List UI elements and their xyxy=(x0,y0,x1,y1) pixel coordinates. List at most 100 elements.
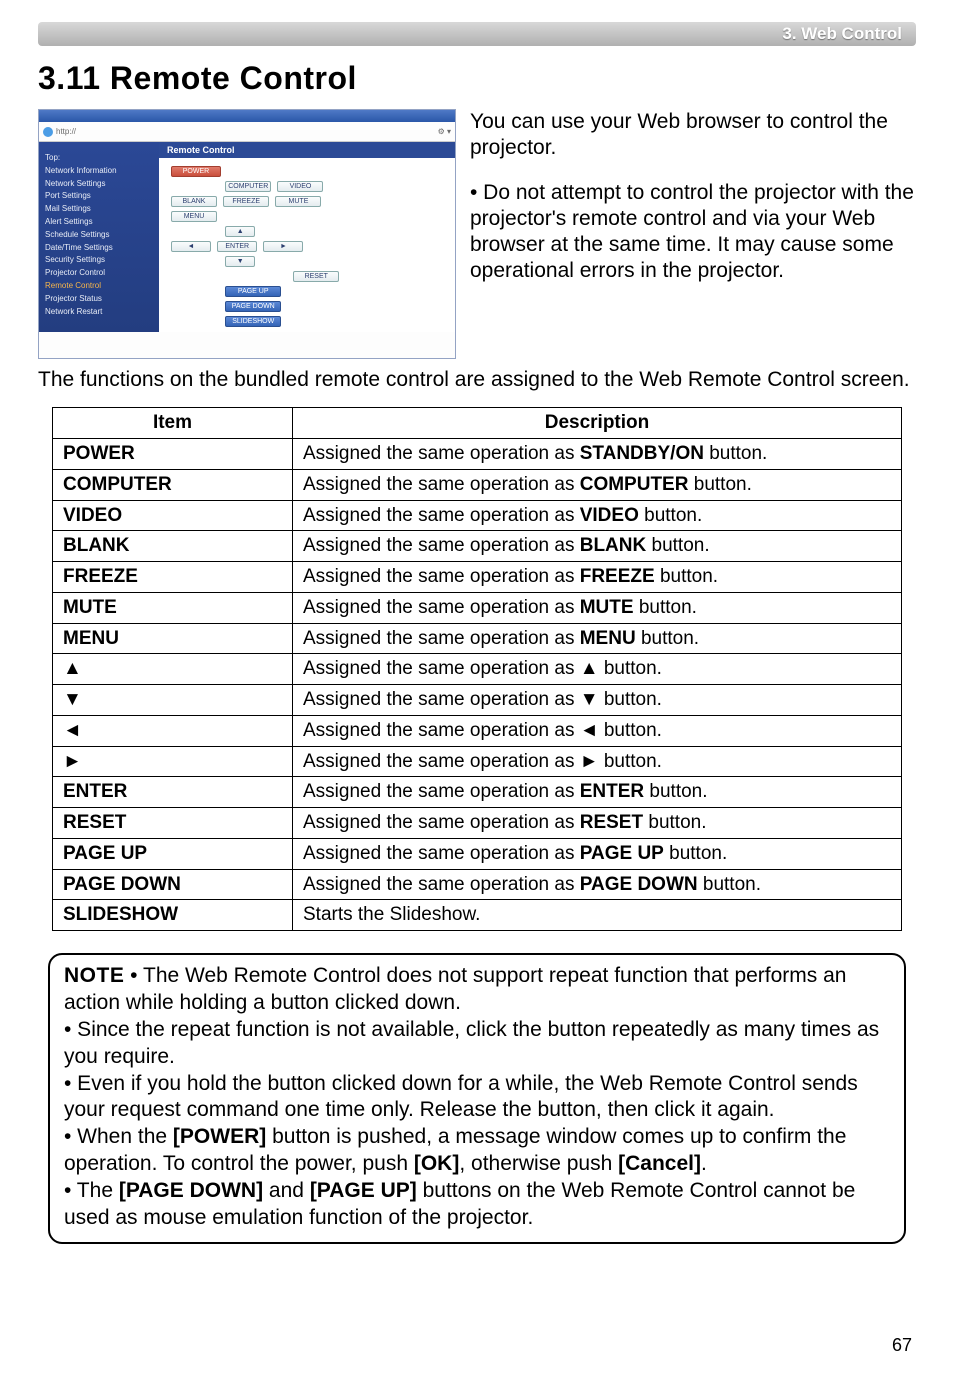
ss-reset-button: RESET xyxy=(293,271,339,282)
ss-freeze-button: FREEZE xyxy=(223,196,269,207)
note-b4-bold2: [OK] xyxy=(414,1152,460,1175)
cell-item: BLANK xyxy=(53,531,293,562)
cell-desc: Assigned the same operation as ► button. xyxy=(293,746,902,777)
ss-side-item: Remote Control xyxy=(45,280,153,293)
cell-desc: Assigned the same operation as PAGE DOWN… xyxy=(293,869,902,900)
ss-main: Remote Control POWER COMPUTER VIDEO BLAN… xyxy=(159,142,455,332)
cell-desc: Assigned the same operation as MUTE butt… xyxy=(293,592,902,623)
cell-item: VIDEO xyxy=(53,500,293,531)
cell-item: SLIDESHOW xyxy=(53,900,293,931)
cell-item: ▲ xyxy=(53,654,293,685)
cell-item: PAGE DOWN xyxy=(53,869,293,900)
section-title: 3.11 Remote Control xyxy=(38,60,916,97)
ss-slideshow-button: SLIDESHOW xyxy=(225,316,281,327)
cell-desc: Assigned the same operation as COMPUTER … xyxy=(293,469,902,500)
intro-text: You can use your Web browser to control … xyxy=(470,109,916,359)
ss-side-item: Network Settings xyxy=(45,178,153,191)
cell-item: ENTER xyxy=(53,777,293,808)
ss-side-item: Projector Status xyxy=(45,293,153,306)
intro-row: http:// ⚙ ▾ Top: Network Information Net… xyxy=(38,109,916,359)
ss-side-item: Port Settings xyxy=(45,190,153,203)
table-header-row: Item Description xyxy=(53,408,902,439)
cell-desc: Assigned the same operation as MENU butt… xyxy=(293,623,902,654)
cell-item: COMPUTER xyxy=(53,469,293,500)
table-row: ▼Assigned the same operation as ▼ button… xyxy=(53,685,902,716)
ss-side-item: Schedule Settings xyxy=(45,229,153,242)
cell-desc: Assigned the same operation as RESET but… xyxy=(293,808,902,839)
ss-blank-button: BLANK xyxy=(171,196,217,207)
note-box: NOTE • The Web Remote Control does not s… xyxy=(48,953,906,1244)
ss-pagedown-button: PAGE DOWN xyxy=(225,301,281,312)
table-row: MUTEAssigned the same operation as MUTE … xyxy=(53,592,902,623)
cell-desc: Assigned the same operation as BLANK but… xyxy=(293,531,902,562)
ss-menu-button: MENU xyxy=(171,211,217,222)
cell-desc: Assigned the same operation as VIDEO but… xyxy=(293,500,902,531)
ss-mute-button: MUTE xyxy=(275,196,321,207)
note-b2: • Since the repeat function is not avail… xyxy=(64,1018,879,1068)
ss-side-item: Projector Control xyxy=(45,267,153,280)
table-row: VIDEOAssigned the same operation as VIDE… xyxy=(53,500,902,531)
cell-item: RESET xyxy=(53,808,293,839)
browser-screenshot: http:// ⚙ ▾ Top: Network Information Net… xyxy=(38,109,456,359)
ss-side-item: Top: xyxy=(45,152,153,165)
note-b1: • The Web Remote Control does not suppor… xyxy=(64,964,847,1014)
table-row: BLANKAssigned the same operation as BLAN… xyxy=(53,531,902,562)
ss-down-button: ▼ xyxy=(225,256,255,267)
note-b4-mid2: , otherwise push xyxy=(459,1152,618,1175)
intro-p2: • Do not attempt to control the projecto… xyxy=(470,180,916,285)
note-b4-post: . xyxy=(701,1152,707,1175)
ss-side-item: Mail Settings xyxy=(45,203,153,216)
ss-enter-button: ENTER xyxy=(217,241,257,252)
cell-item: MUTE xyxy=(53,592,293,623)
table-row: ◄Assigned the same operation as ◄ button… xyxy=(53,715,902,746)
cell-desc: Starts the Slideshow. xyxy=(293,900,902,931)
ss-left-button: ◄ xyxy=(171,241,211,252)
table-row: POWERAssigned the same operation as STAN… xyxy=(53,439,902,470)
th-item: Item xyxy=(53,408,293,439)
cell-item: PAGE UP xyxy=(53,838,293,869)
th-desc: Description xyxy=(293,408,902,439)
table-row: COMPUTERAssigned the same operation as C… xyxy=(53,469,902,500)
note-label: NOTE xyxy=(64,964,124,987)
table-row: MENUAssigned the same operation as MENU … xyxy=(53,623,902,654)
ss-pageup-button: PAGE UP xyxy=(225,286,281,297)
ss-up-button: ▲ xyxy=(225,226,255,237)
table-row: PAGE UPAssigned the same operation as PA… xyxy=(53,838,902,869)
cell-desc: Assigned the same operation as FREEZE bu… xyxy=(293,562,902,593)
note-b5-bold1: [PAGE DOWN] xyxy=(119,1179,263,1202)
ss-computer-button: COMPUTER xyxy=(225,181,271,192)
cell-item: ◄ xyxy=(53,715,293,746)
page-number: 67 xyxy=(892,1335,912,1356)
note-b5-mid: and xyxy=(263,1179,310,1202)
note-b5-pre: • The xyxy=(64,1179,119,1202)
cell-item: POWER xyxy=(53,439,293,470)
table-row: SLIDESHOWStarts the Slideshow. xyxy=(53,900,902,931)
cell-item: ► xyxy=(53,746,293,777)
ss-side-item: Network Information xyxy=(45,165,153,178)
chapter-bar: 3. Web Control xyxy=(38,22,916,46)
table-row: FREEZEAssigned the same operation as FRE… xyxy=(53,562,902,593)
note-b5-bold2: [PAGE UP] xyxy=(310,1179,417,1202)
table-row: ►Assigned the same operation as ► button… xyxy=(53,746,902,777)
ss-titlebar xyxy=(39,110,455,122)
cell-desc: Assigned the same operation as ENTER but… xyxy=(293,777,902,808)
cell-item: ▼ xyxy=(53,685,293,716)
table-row: RESETAssigned the same operation as RESE… xyxy=(53,808,902,839)
function-table: Item Description POWERAssigned the same … xyxy=(52,407,902,931)
cell-desc: Assigned the same operation as STANDBY/O… xyxy=(293,439,902,470)
note-b3: • Even if you hold the button clicked do… xyxy=(64,1072,858,1122)
ss-side-item: Date/Time Settings xyxy=(45,242,153,255)
cell-item: FREEZE xyxy=(53,562,293,593)
intro-p1: You can use your Web browser to control … xyxy=(470,109,916,162)
ss-addressbar: http:// ⚙ ▾ xyxy=(39,122,455,142)
cell-desc: Assigned the same operation as ▼ button. xyxy=(293,685,902,716)
below-intro: The functions on the bundled remote cont… xyxy=(38,367,916,393)
ss-panel-title: Remote Control xyxy=(159,142,455,158)
ss-side-item: Network Restart xyxy=(45,306,153,319)
table-row: PAGE DOWNAssigned the same operation as … xyxy=(53,869,902,900)
ss-side-item: Alert Settings xyxy=(45,216,153,229)
cell-desc: Assigned the same operation as PAGE UP b… xyxy=(293,838,902,869)
ss-right-button: ► xyxy=(263,241,303,252)
ss-side-item: Security Settings xyxy=(45,254,153,267)
ss-sidebar: Top: Network Information Network Setting… xyxy=(39,142,159,332)
